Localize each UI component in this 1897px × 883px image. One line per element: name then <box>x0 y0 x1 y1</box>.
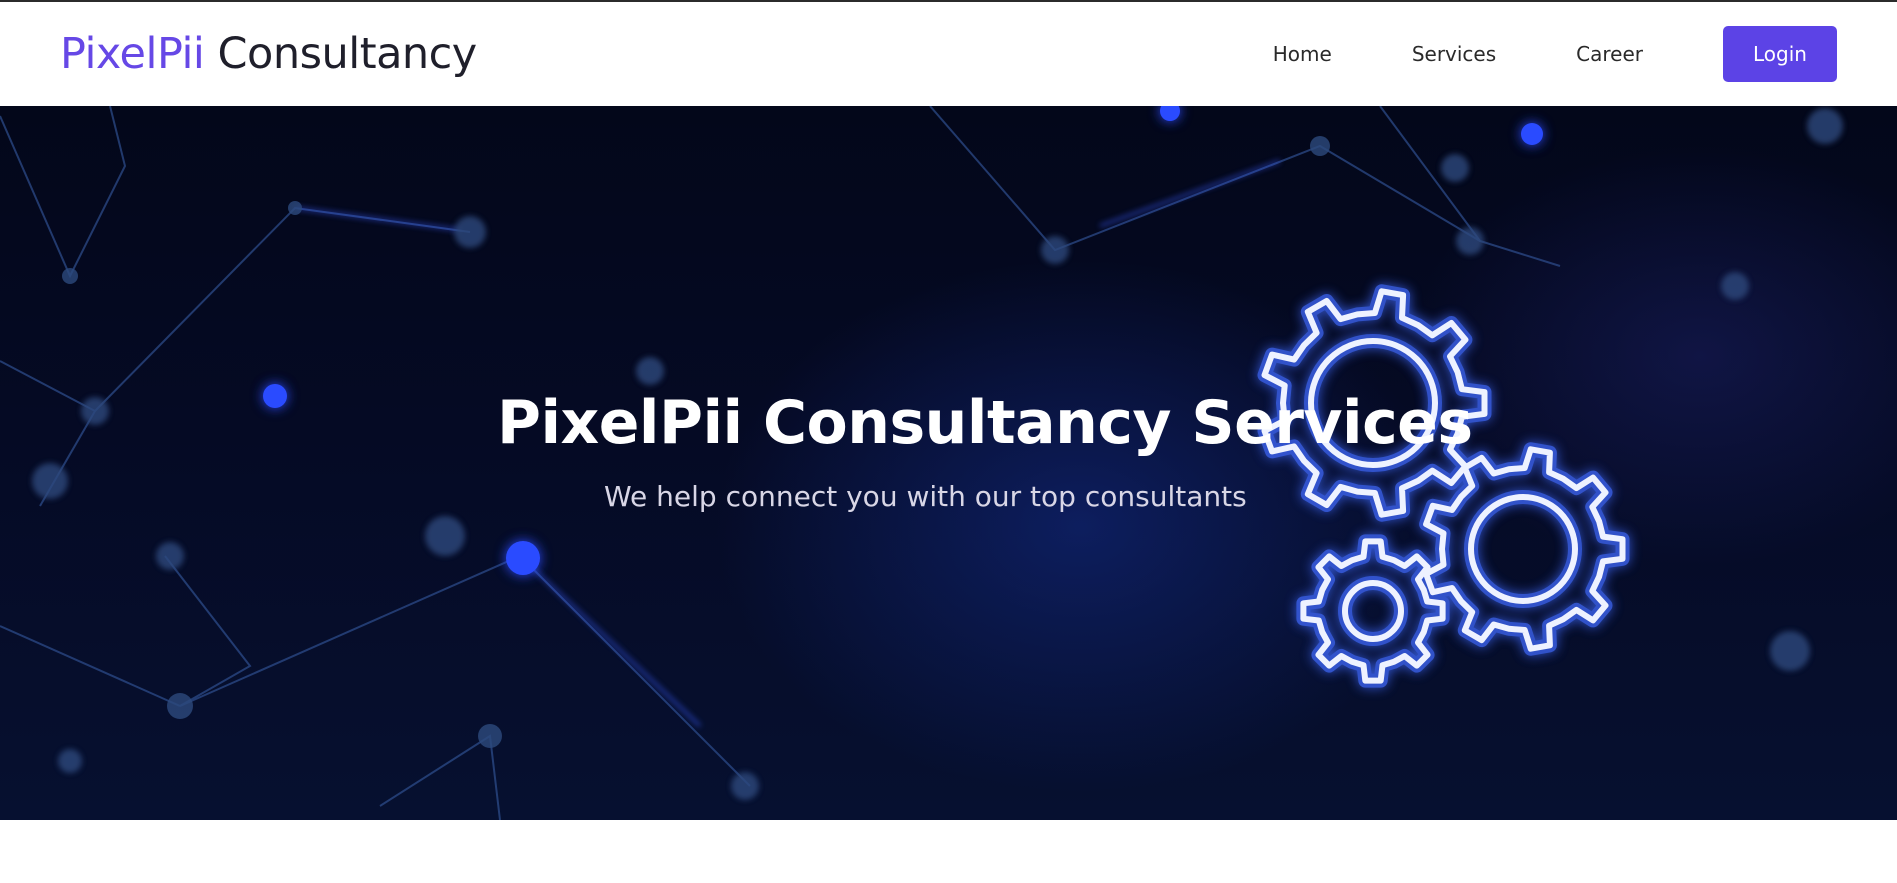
hero-banner: PixelPii Consultancy Services We help co… <box>0 106 1897 820</box>
brand-rest-text: Consultancy <box>217 29 478 79</box>
hero-subtitle: We help connect you with our top consult… <box>604 480 1247 513</box>
nav-career-link[interactable]: Career <box>1576 42 1643 66</box>
network-background <box>0 106 1843 820</box>
brand-accent-text: PixelPii <box>60 29 205 79</box>
site-header: PixelPii Consultancy Home Services Caree… <box>0 2 1897 106</box>
gears-icon <box>1257 284 1630 688</box>
nav-home-link[interactable]: Home <box>1273 42 1332 66</box>
hero-title: PixelPii Consultancy Services <box>497 388 1473 458</box>
brand-logo[interactable]: PixelPii Consultancy <box>60 29 477 79</box>
login-button[interactable]: Login <box>1723 26 1837 82</box>
main-nav: Home Services Career Login <box>1273 26 1837 82</box>
nav-services-link[interactable]: Services <box>1412 42 1496 66</box>
